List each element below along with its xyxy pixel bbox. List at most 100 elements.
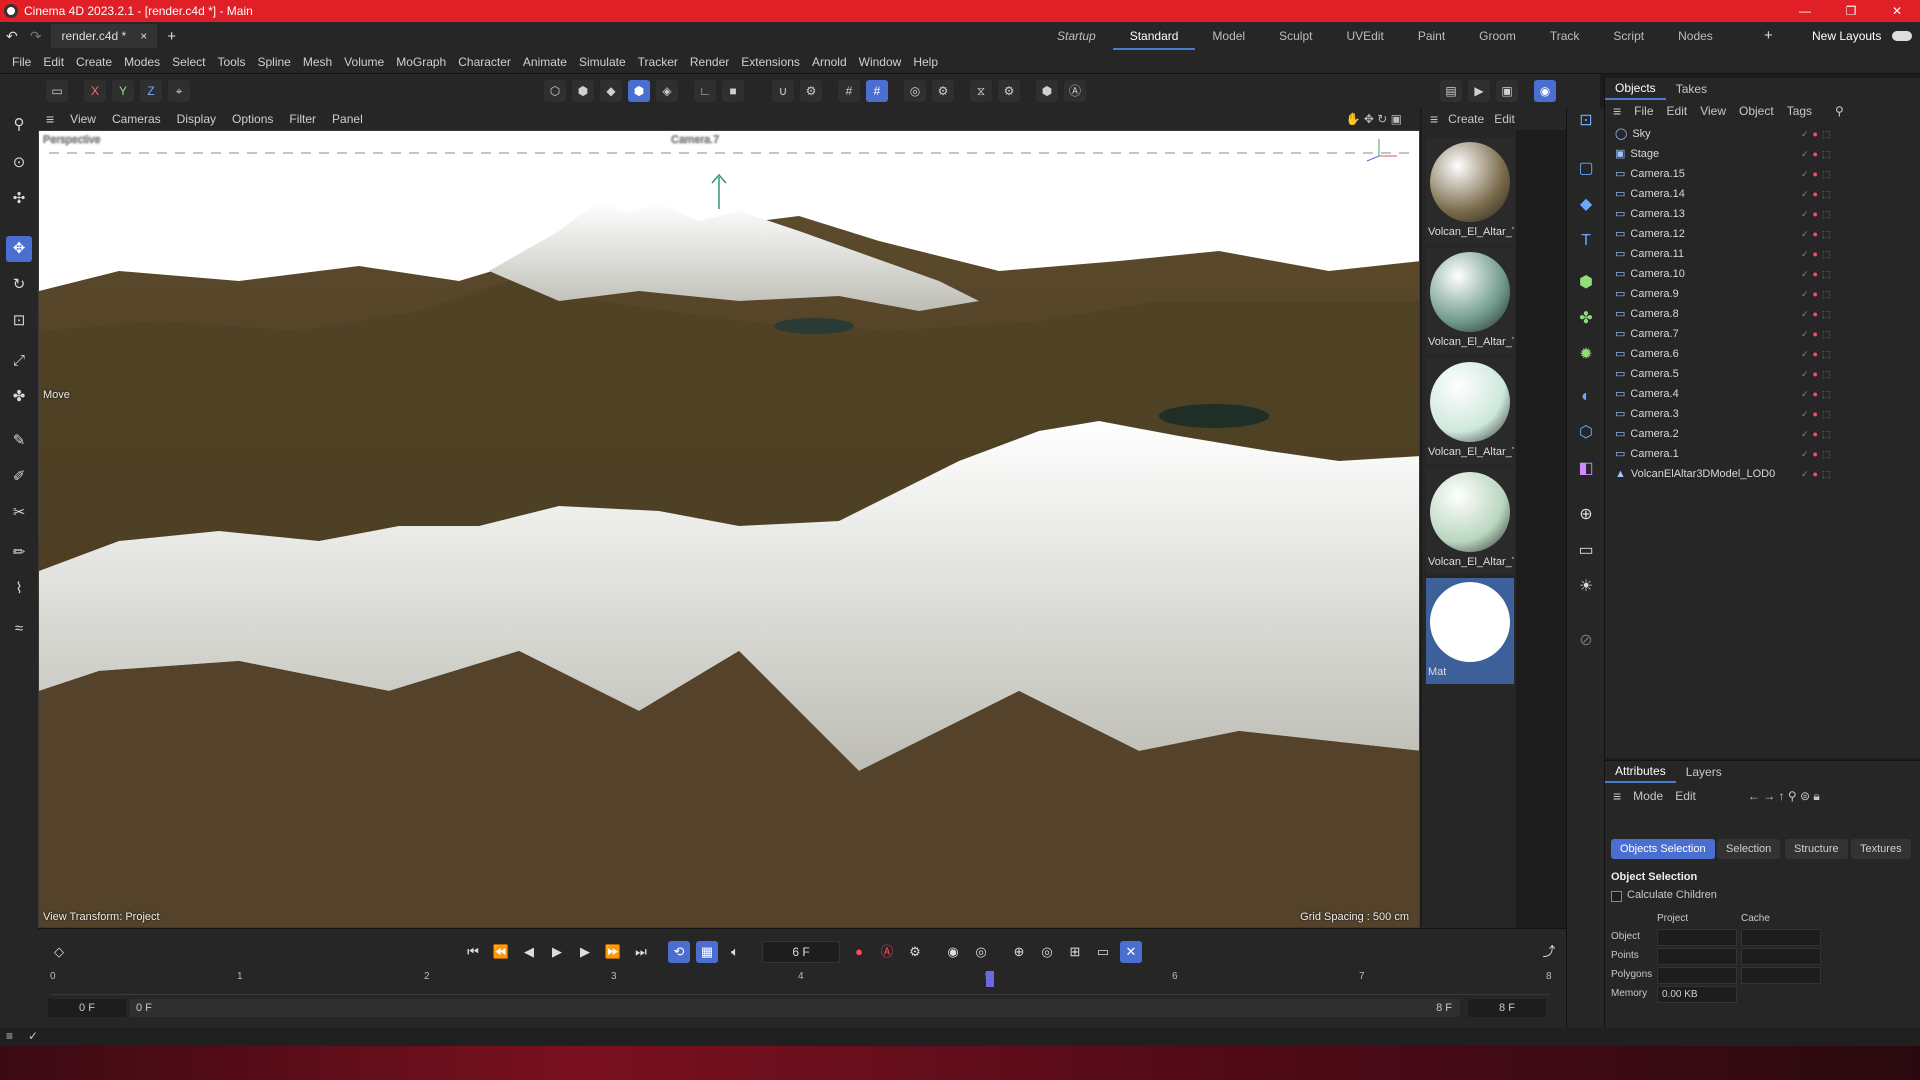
visibility-dots-icon[interactable]: ✓●⬚ [1801, 204, 1835, 224]
object-row[interactable]: ▭ Camera.1 ✓●⬚ [1615, 444, 1915, 464]
loop-icon[interactable]: ⟲ [668, 941, 690, 963]
go-to-end-icon[interactable]: ⏭ [630, 941, 652, 963]
layout-tab-track[interactable]: Track [1533, 22, 1597, 50]
text-object-icon[interactable]: T [1573, 228, 1599, 254]
autokey-icon[interactable]: Ⓐ [876, 941, 898, 963]
layout-tab-sculpt[interactable]: Sculpt [1262, 22, 1329, 50]
visibility-dots-icon[interactable]: ✓●⬚ [1801, 364, 1835, 384]
menu-mograph[interactable]: MoGraph [390, 55, 452, 69]
subtab-selection[interactable]: Selection [1717, 839, 1781, 859]
menu-render[interactable]: Render [684, 55, 735, 69]
scene-camera-icon[interactable]: ▭ [1573, 538, 1599, 564]
key-mode-icon[interactable]: ▭ [1092, 941, 1114, 963]
menu-arnold[interactable]: Arnold [806, 55, 853, 69]
camera-object-icon[interactable]: ⊡ [1573, 108, 1599, 134]
object-row[interactable]: ▭ Camera.8 ✓●⬚ [1615, 304, 1915, 324]
brush-icon[interactable]: ✏ [6, 540, 32, 566]
render-active-view-icon[interactable]: ▶ [1468, 80, 1490, 102]
model-mode-icon[interactable]: ⬢ [628, 80, 650, 102]
tab-attributes[interactable]: Attributes [1605, 761, 1676, 783]
keyframe-icon[interactable]: ◇ [48, 941, 70, 963]
arnold-icon[interactable]: Ⓐ [1064, 80, 1086, 102]
material-menu-edit[interactable]: Edit [1494, 112, 1515, 126]
render-to-picture-viewer-icon[interactable]: ▣ [1496, 80, 1518, 102]
key-position-icon[interactable]: ◉ [942, 941, 964, 963]
attributes-menu-mode[interactable]: Mode [1633, 789, 1663, 803]
snap-icon[interactable]: ∪ [772, 80, 794, 102]
viewport-navigation-icons[interactable]: ✋ ✥ ↻ ▣ [1338, 112, 1410, 126]
visibility-dots-icon[interactable]: ✓●⬚ [1801, 224, 1835, 244]
new-layouts-label[interactable]: New Layouts [1812, 22, 1881, 50]
plane-object-icon[interactable]: ▢ [1573, 156, 1599, 182]
object-row[interactable]: ▭ Camera.12 ✓●⬚ [1615, 224, 1915, 244]
disabled-tool-icon[interactable]: ⊘ [1573, 628, 1599, 654]
lock-x-button[interactable]: X [84, 80, 106, 102]
subdivision-icon[interactable]: ⬢ [1573, 270, 1599, 296]
status-hamburger-icon[interactable]: ≡ [6, 1029, 13, 1043]
interpolation-icon[interactable]: ✕ [1120, 941, 1142, 963]
object-row[interactable]: ▭ Camera.14 ✓●⬚ [1615, 184, 1915, 204]
viewport-menu-display[interactable]: Display [169, 112, 224, 126]
object-row[interactable]: ◯ Sky ✓●⬚ [1615, 124, 1915, 144]
object-row[interactable]: ▭ Camera.3 ✓●⬚ [1615, 404, 1915, 424]
subtab-structure[interactable]: Structure [1785, 839, 1848, 859]
layout-tab-paint[interactable]: Paint [1401, 22, 1462, 50]
object-row[interactable]: ▭ Camera.13 ✓●⬚ [1615, 204, 1915, 224]
status-check-icon[interactable]: ✓ [28, 1029, 38, 1043]
key-pla-icon[interactable]: ⊞ [1064, 941, 1086, 963]
visibility-dots-icon[interactable]: ✓●⬚ [1801, 344, 1835, 364]
visibility-dots-icon[interactable]: ✓●⬚ [1801, 424, 1835, 444]
viewport-hamburger-icon[interactable]: ≡ [38, 111, 62, 127]
visibility-dots-icon[interactable]: ✓●⬚ [1801, 124, 1835, 144]
polygons-mode-icon[interactable]: ◆ [600, 80, 622, 102]
world-axis-icon[interactable]: ⌖ [168, 80, 190, 102]
layout-tab-script[interactable]: Script [1596, 22, 1661, 50]
next-key-icon[interactable]: ⏩ [602, 941, 624, 963]
menu-extensions[interactable]: Extensions [735, 55, 806, 69]
layout-tab-groom[interactable]: Groom [1462, 22, 1533, 50]
cube-object-icon[interactable]: ◆ [1573, 192, 1599, 218]
render-region-icon[interactable]: ▤ [1440, 80, 1462, 102]
objects-menu-edit[interactable]: Edit [1667, 104, 1688, 118]
material-menu-create[interactable]: Create [1448, 112, 1484, 126]
timeline-ruler[interactable]: 012345678 [50, 971, 1552, 995]
menu-help[interactable]: Help [907, 55, 944, 69]
field-icon[interactable]: ⬡ [1573, 420, 1599, 446]
keyframe-settings-icon[interactable]: ⚙ [904, 941, 926, 963]
menu-edit[interactable]: Edit [37, 55, 70, 69]
object-row[interactable]: ▭ Camera.6 ✓●⬚ [1615, 344, 1915, 364]
new-layouts-toggle[interactable] [1892, 31, 1912, 41]
visibility-dots-icon[interactable]: ✓●⬚ [1801, 184, 1835, 204]
attributes-menu-edit[interactable]: Edit [1675, 789, 1696, 803]
document-tab[interactable]: render.c4d * × [51, 24, 158, 48]
visibility-dots-icon[interactable]: ✓●⬚ [1801, 244, 1835, 264]
layout-tab-uvedit[interactable]: UVEdit [1329, 22, 1400, 50]
light-object-icon[interactable]: ☀ [1573, 574, 1599, 600]
playhead[interactable] [986, 971, 994, 987]
object-row[interactable]: ▭ Camera.11 ✓●⬚ [1615, 244, 1915, 264]
menu-create[interactable]: Create [70, 55, 118, 69]
lock-y-button[interactable]: Y [112, 80, 134, 102]
record-icon[interactable]: ● [848, 941, 870, 963]
menu-tracker[interactable]: Tracker [632, 55, 684, 69]
effector-icon[interactable]: ✹ [1573, 342, 1599, 368]
menu-file[interactable]: File [6, 55, 37, 69]
play-icon[interactable]: ▶ [546, 941, 568, 963]
menu-animate[interactable]: Animate [517, 55, 573, 69]
document-tab-close-icon[interactable]: × [140, 24, 147, 48]
close-button[interactable]: ✕ [1874, 0, 1920, 22]
render-settings-icon[interactable]: ⚙ [932, 80, 954, 102]
visibility-dots-icon[interactable]: ✓●⬚ [1801, 404, 1835, 424]
object-row[interactable]: ▭ Camera.15 ✓●⬚ [1615, 164, 1915, 184]
undo-icon[interactable]: ↶ [0, 28, 24, 45]
symmetry-settings-icon[interactable]: ⚙ [998, 80, 1020, 102]
objects-menu-view[interactable]: View [1700, 104, 1726, 118]
end-frame-field[interactable]: 8 F [1468, 999, 1546, 1017]
lock-view-icon[interactable]: ⬢ [1036, 80, 1058, 102]
menu-spline[interactable]: Spline [251, 55, 296, 69]
visibility-dots-icon[interactable]: ✓●⬚ [1801, 324, 1835, 344]
points-mode-icon[interactable]: ⬡ [544, 80, 566, 102]
subtab-textures[interactable]: Textures [1851, 839, 1911, 859]
object-row[interactable]: ▣ Stage ✓●⬚ [1615, 144, 1915, 164]
grid-snap-icon[interactable]: # [866, 80, 888, 102]
